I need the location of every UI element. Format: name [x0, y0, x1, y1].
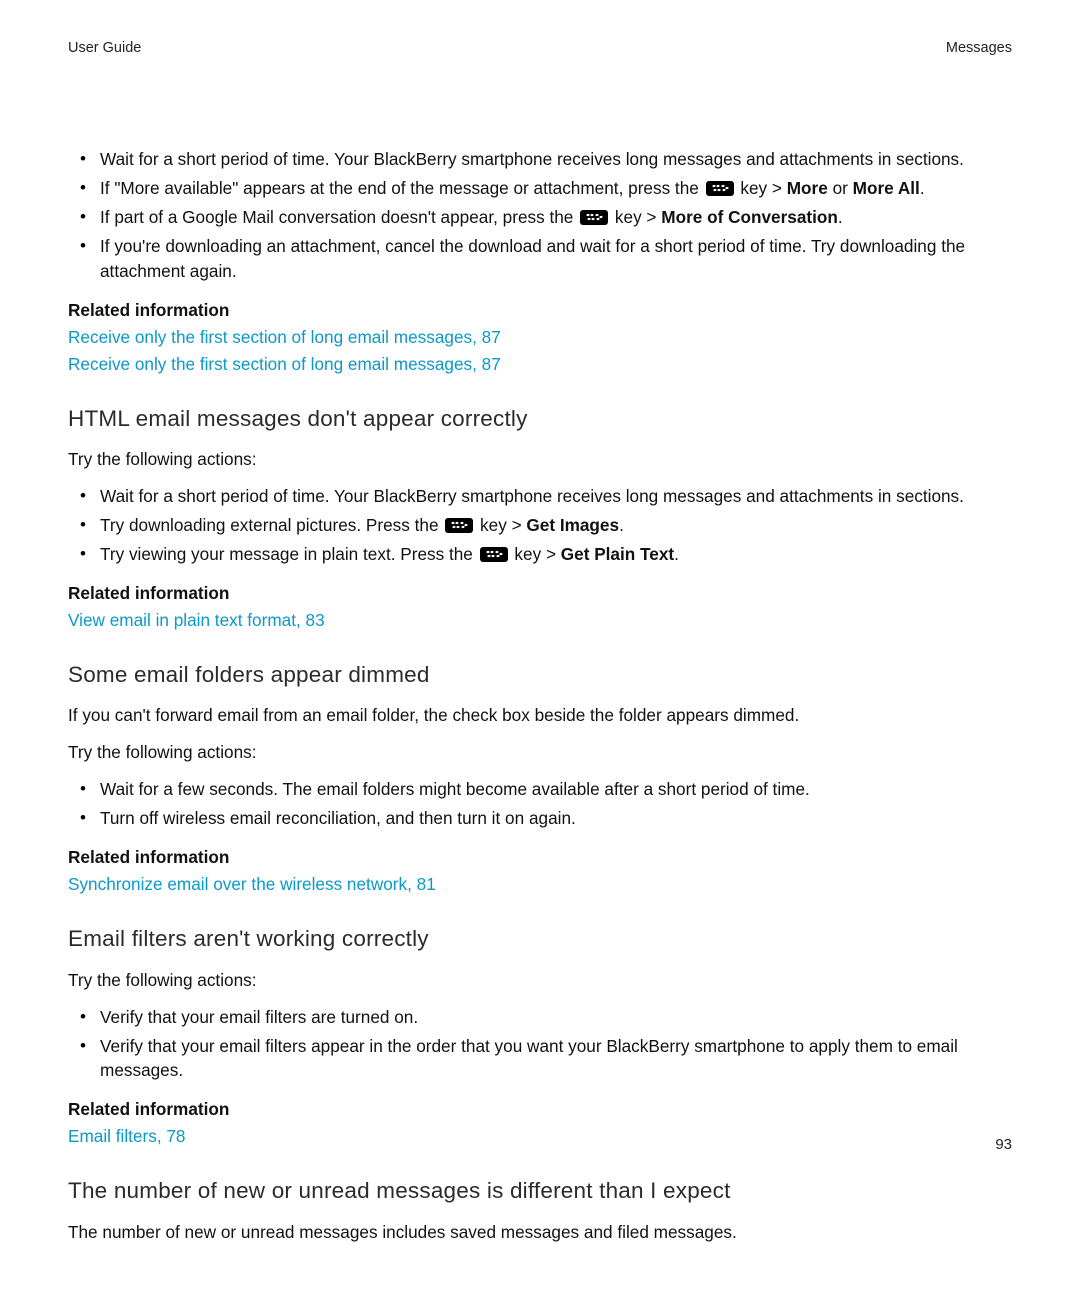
- text-fragment: Try viewing your message in plain text. …: [100, 544, 478, 564]
- intro-text: Try the following actions:: [68, 968, 1012, 993]
- header-right: Messages: [946, 38, 1012, 59]
- bullet-list: Wait for a short period of time. Your Bl…: [68, 147, 1012, 284]
- bold-text: Get Plain Text: [561, 544, 674, 564]
- related-information-label: Related information: [68, 1097, 1012, 1122]
- bold-text: More: [787, 178, 828, 198]
- page-content: Wait for a short period of time. Your Bl…: [68, 147, 1012, 1245]
- bullet-list: Wait for a few seconds. The email folder…: [68, 777, 1012, 831]
- body-text: If you can't forward email from an email…: [68, 703, 1012, 728]
- page-header: User Guide Messages: [68, 38, 1012, 59]
- list-item: Verify that your email filters are turne…: [68, 1005, 1012, 1030]
- blackberry-key-icon: [480, 547, 508, 562]
- text-fragment: key >: [610, 207, 661, 227]
- page-number: 93: [995, 1134, 1012, 1156]
- text-fragment: key >: [736, 178, 787, 198]
- section-heading-unread-count: The number of new or unread messages is …: [68, 1175, 1012, 1208]
- list-item: If you're downloading an attachment, can…: [68, 234, 1012, 284]
- section-heading-folders-dimmed: Some email folders appear dimmed: [68, 659, 1012, 692]
- related-information-label: Related information: [68, 845, 1012, 870]
- document-page: User Guide Messages Wait for a short per…: [0, 0, 1080, 1296]
- related-information-label: Related information: [68, 581, 1012, 606]
- related-link[interactable]: Email filters, 78: [68, 1124, 1012, 1149]
- intro-text: Try the following actions:: [68, 447, 1012, 472]
- related-link[interactable]: Receive only the first section of long e…: [68, 352, 1012, 377]
- section-heading-email-filters: Email filters aren't working correctly: [68, 923, 1012, 956]
- section-heading-html-email: HTML email messages don't appear correct…: [68, 403, 1012, 436]
- body-text: The number of new or unread messages inc…: [68, 1220, 1012, 1245]
- list-item: Turn off wireless email reconciliation, …: [68, 806, 1012, 831]
- text-fragment: .: [838, 207, 843, 227]
- text-fragment: .: [920, 178, 925, 198]
- list-item: If "More available" appears at the end o…: [68, 176, 1012, 201]
- list-item: Try downloading external pictures. Press…: [68, 513, 1012, 538]
- text-fragment: key >: [510, 544, 561, 564]
- blackberry-key-icon: [580, 210, 608, 225]
- blackberry-key-icon: [445, 518, 473, 533]
- bold-text: More All: [853, 178, 920, 198]
- list-item: Wait for a few seconds. The email folder…: [68, 777, 1012, 802]
- text-fragment: .: [674, 544, 679, 564]
- bold-text: More of Conversation: [661, 207, 838, 227]
- related-link[interactable]: View email in plain text format, 83: [68, 608, 1012, 633]
- list-item: If part of a Google Mail conversation do…: [68, 205, 1012, 230]
- related-link[interactable]: Synchronize email over the wireless netw…: [68, 872, 1012, 897]
- header-left: User Guide: [68, 38, 141, 59]
- text-fragment: .: [619, 515, 624, 535]
- bold-text: Get Images: [526, 515, 619, 535]
- text-fragment: key >: [475, 515, 526, 535]
- text-fragment: Try downloading external pictures. Press…: [100, 515, 443, 535]
- related-link[interactable]: Receive only the first section of long e…: [68, 325, 1012, 350]
- bullet-list: Wait for a short period of time. Your Bl…: [68, 484, 1012, 567]
- list-item: Wait for a short period of time. Your Bl…: [68, 484, 1012, 509]
- list-item: Verify that your email filters appear in…: [68, 1034, 1012, 1084]
- bullet-list: Verify that your email filters are turne…: [68, 1005, 1012, 1084]
- blackberry-key-icon: [706, 181, 734, 196]
- related-information-label: Related information: [68, 298, 1012, 323]
- list-item: Try viewing your message in plain text. …: [68, 542, 1012, 567]
- text-fragment: If "More available" appears at the end o…: [100, 178, 704, 198]
- intro-text: Try the following actions:: [68, 740, 1012, 765]
- text-fragment: or: [828, 178, 853, 198]
- text-fragment: If part of a Google Mail conversation do…: [100, 207, 578, 227]
- list-item: Wait for a short period of time. Your Bl…: [68, 147, 1012, 172]
